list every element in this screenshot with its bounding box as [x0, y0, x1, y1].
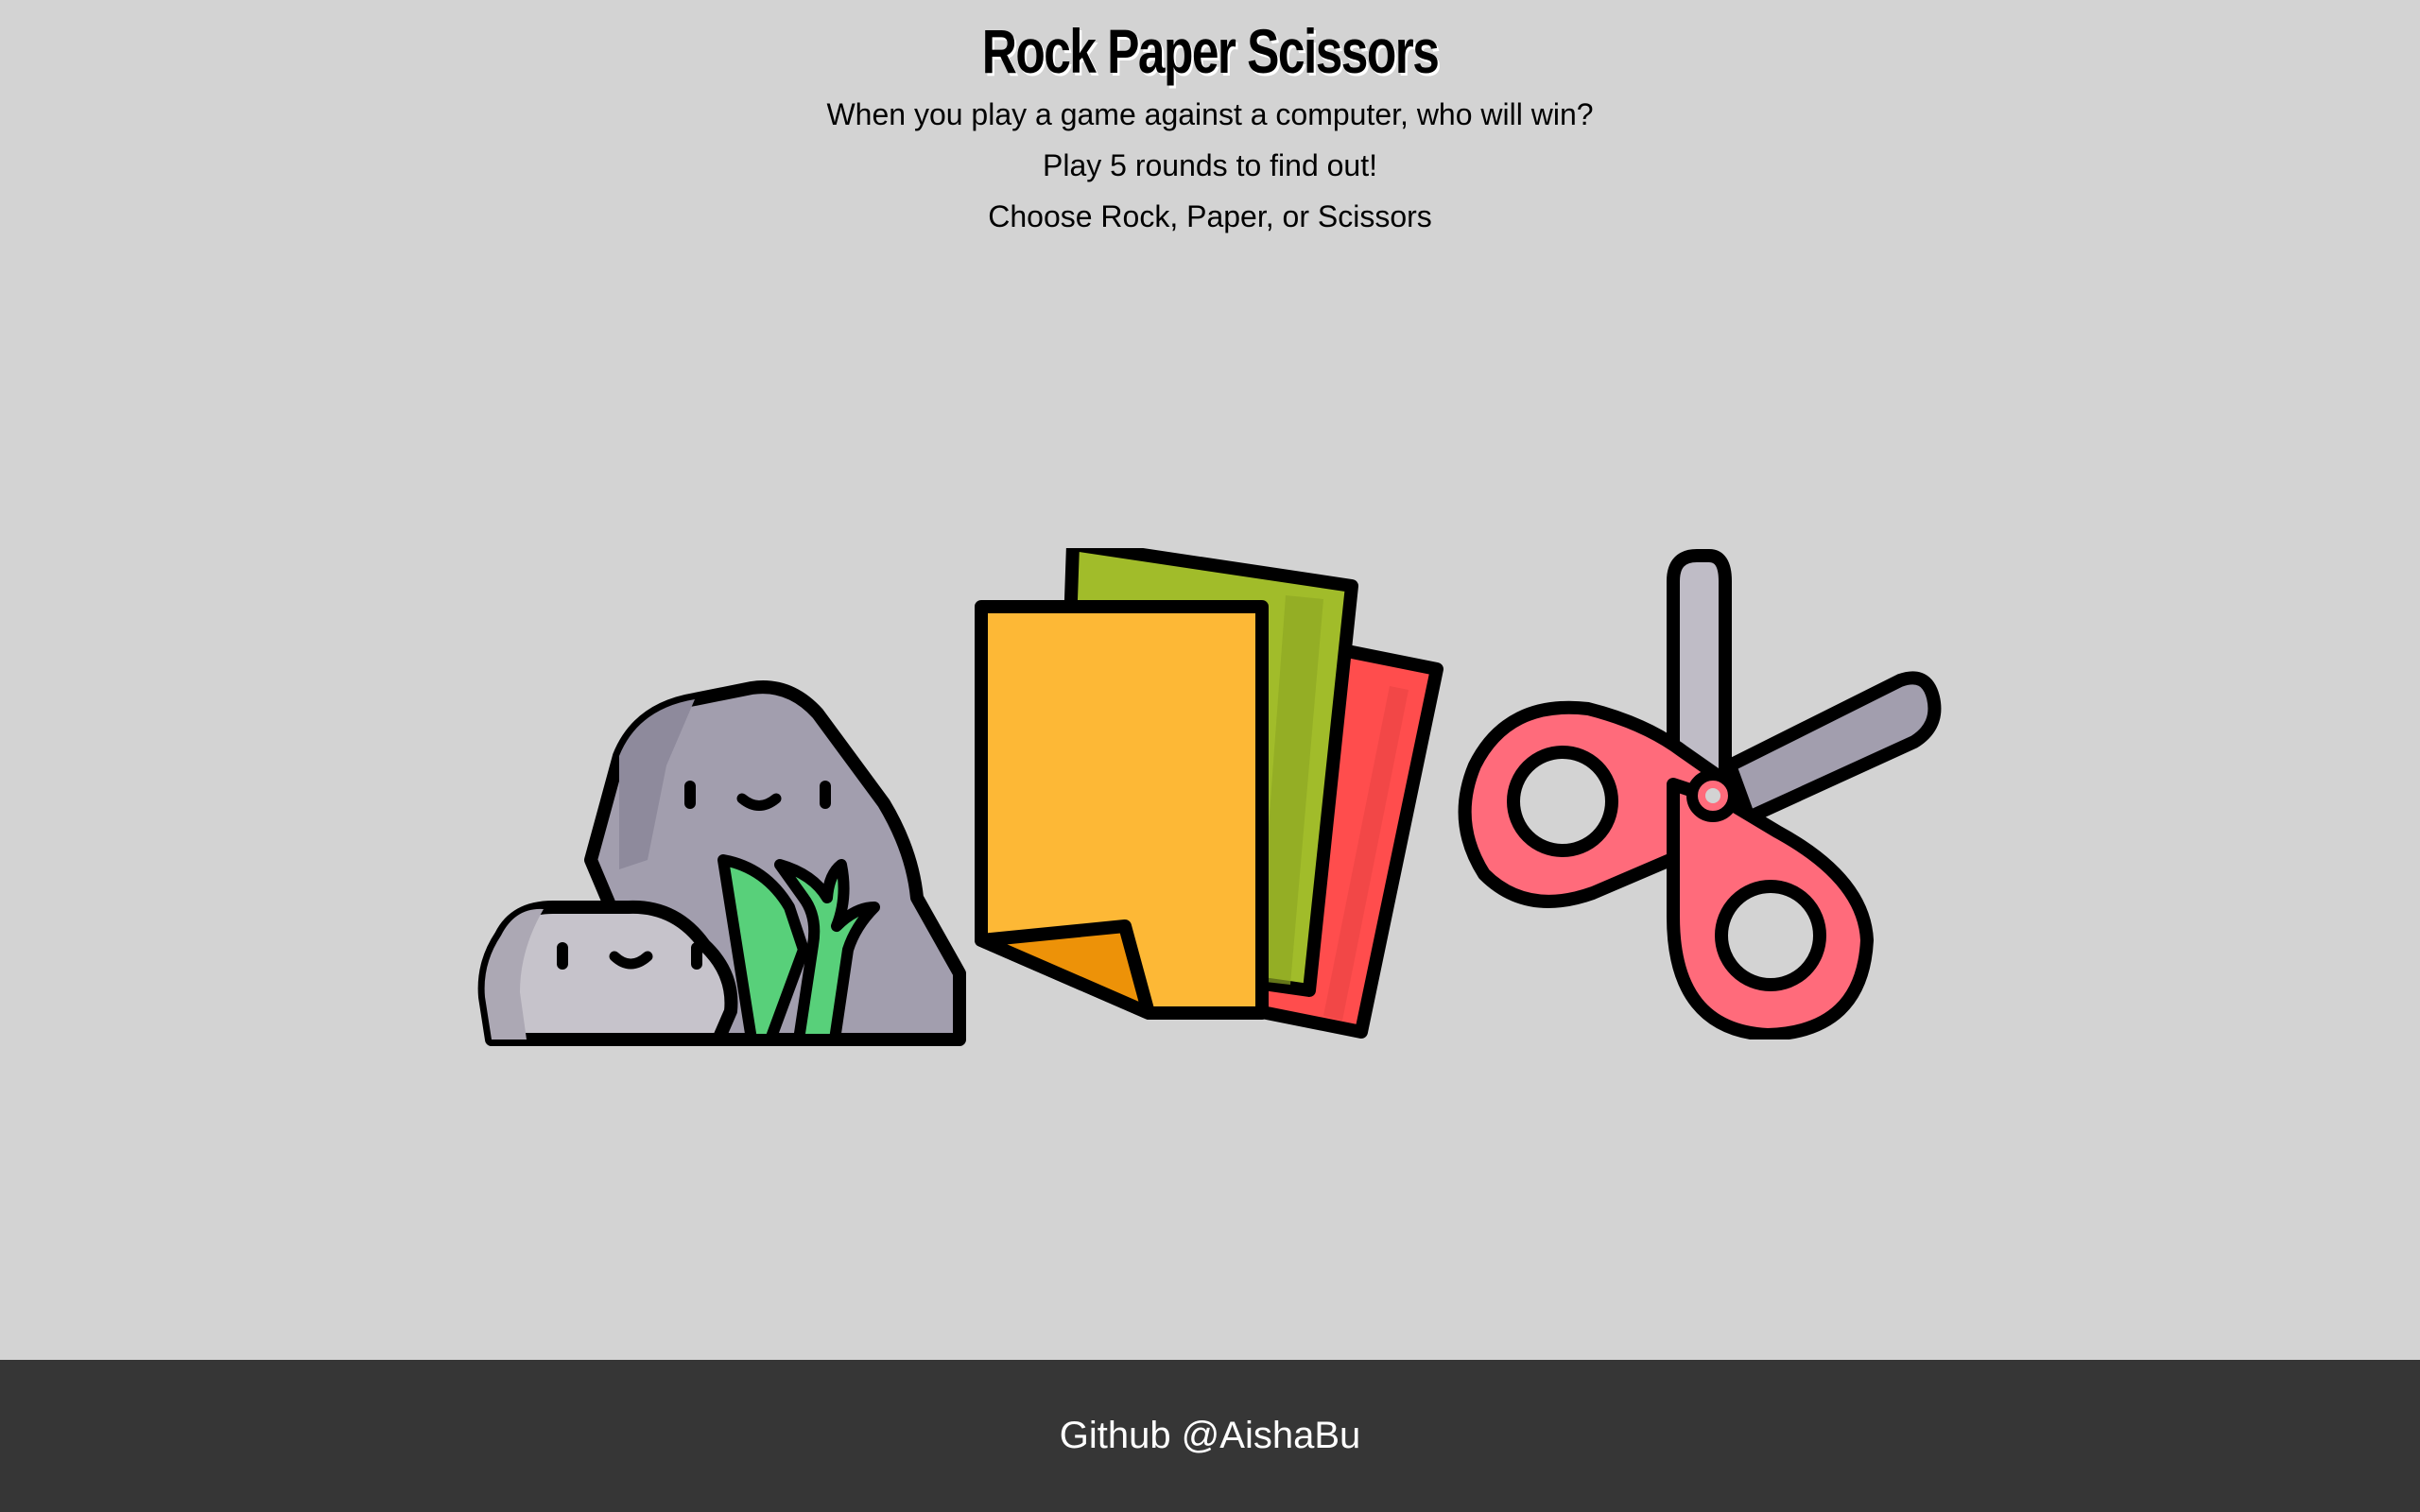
- paper-button[interactable]: [974, 548, 1446, 1040]
- choice-buttons: [0, 548, 2420, 1046]
- scissors-button[interactable]: [1456, 548, 1947, 1040]
- page-title: Rock Paper Scissors: [981, 16, 1440, 86]
- game-page: Rock Paper Scissors When you play a game…: [0, 0, 2420, 1512]
- intro-line: When you play a game against a computer,…: [826, 97, 1594, 131]
- footer: Github @AishaBu: [0, 1360, 2420, 1512]
- rounds-line: Play 5 rounds to find out!: [1043, 148, 1377, 182]
- github-link[interactable]: Github @AishaBu: [1060, 1415, 1361, 1457]
- instruction-line: Choose Rock, Paper, or Scissors: [988, 199, 1432, 233]
- rock-button[interactable]: [477, 624, 969, 1049]
- header: Rock Paper Scissors When you play a game…: [0, 0, 2420, 242]
- scissors-icon: [1458, 549, 1942, 1040]
- paper-icon: [975, 548, 1443, 1039]
- rock-icon: [477, 680, 966, 1046]
